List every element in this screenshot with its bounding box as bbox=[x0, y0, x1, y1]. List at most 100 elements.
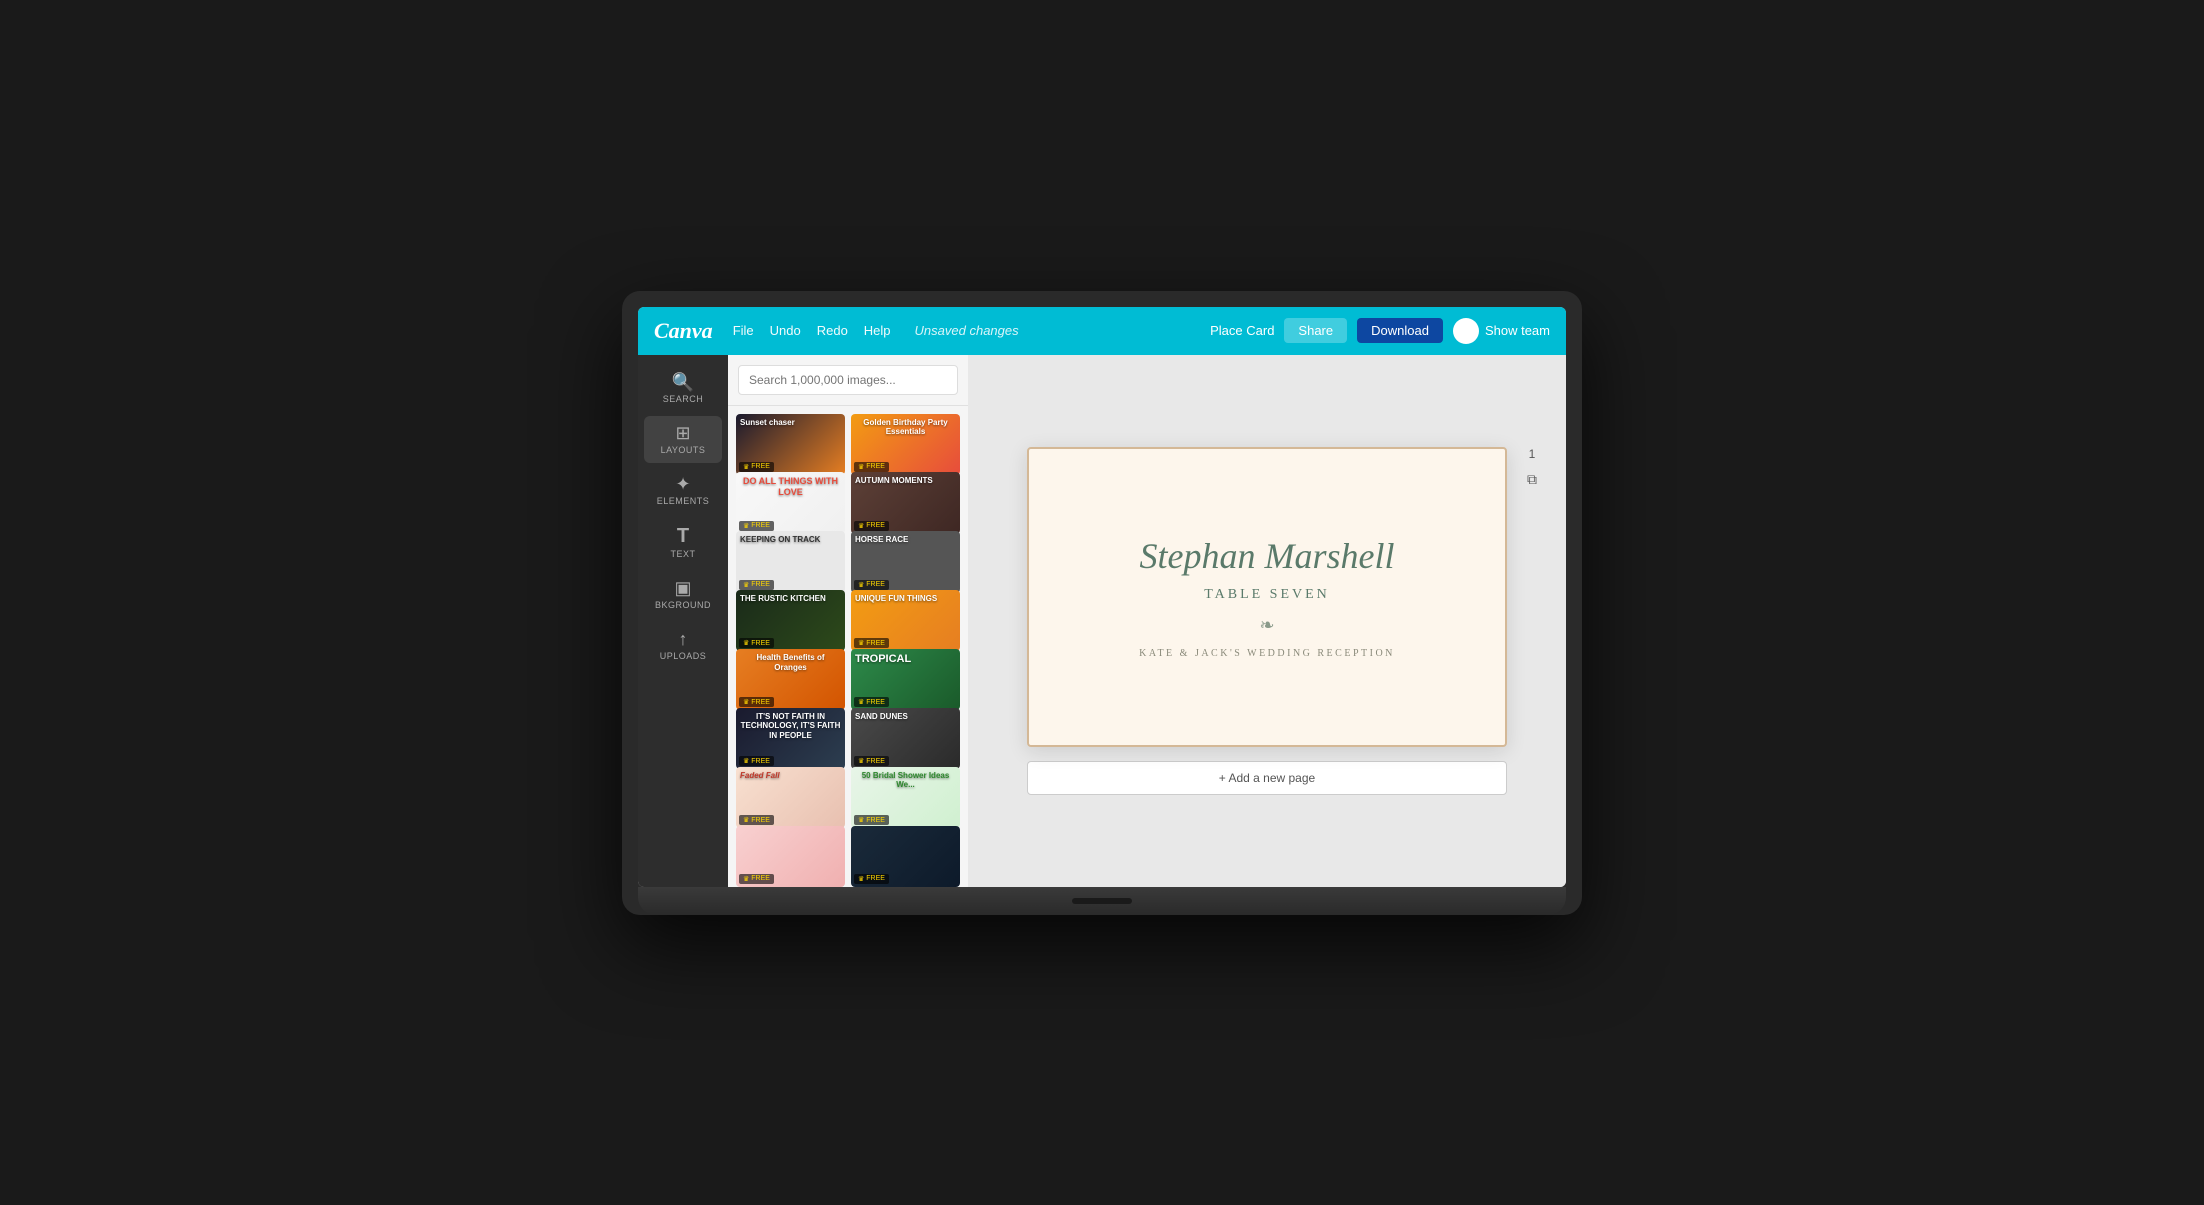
template-card[interactable]: HORSE RACE ♛ FREE bbox=[851, 531, 960, 592]
free-badge: ♛ FREE bbox=[854, 638, 889, 648]
template-title: DO ALL THINGS WITH LOVE bbox=[736, 472, 845, 502]
free-badge: ♛ FREE bbox=[854, 874, 889, 884]
template-card[interactable]: SAND DUNES ♛ FREE bbox=[851, 708, 960, 769]
topbar-nav: File Undo Redo Help Unsaved changes bbox=[733, 323, 1210, 338]
template-title: UNIQUE FUN THINGS bbox=[851, 590, 941, 608]
place-card-table: TABLE SEVEN bbox=[1204, 587, 1330, 603]
laptop-base bbox=[638, 887, 1566, 915]
free-badge: ♛ FREE bbox=[854, 580, 889, 590]
template-title: Sunset chaser bbox=[736, 414, 799, 432]
place-card-subtitle: KATE & JACK'S WEDDING RECEPTION bbox=[1139, 648, 1395, 659]
template-card[interactable]: UNIQUE FUN THINGS ♛ FREE bbox=[851, 590, 960, 651]
sidebar: 🔍 SEARCH ⊞ LAYOUTS ✦ ELEMENTS T TEXT ▣ bbox=[638, 355, 728, 887]
sidebar-label-uploads: UPLOADS bbox=[660, 651, 707, 661]
free-badge: ♛ FREE bbox=[739, 756, 774, 766]
show-team-button[interactable]: Show team bbox=[1453, 318, 1550, 344]
undo-button[interactable]: Undo bbox=[770, 323, 801, 338]
template-card[interactable]: Health Benefits of Oranges ♛ FREE bbox=[736, 649, 845, 710]
free-badge: ♛ FREE bbox=[854, 815, 889, 825]
templates-grid: Sunset chaser ♛ FREE Golden Birthday Par… bbox=[728, 406, 968, 887]
template-title: 50 Bridal Shower Ideas We... bbox=[851, 767, 960, 794]
template-card[interactable]: Golden Birthday Party Essentials ♛ FREE bbox=[851, 414, 960, 475]
free-badge: ♛ FREE bbox=[739, 462, 774, 472]
canvas-wrapper: Stephan Marshell TABLE SEVEN ❧ KATE & JA… bbox=[1027, 447, 1507, 747]
template-title: Health Benefits of Oranges bbox=[736, 649, 845, 676]
sidebar-item-background[interactable]: ▣ BKGROUND bbox=[644, 571, 722, 618]
page-number-bar: 1 ⧉ bbox=[1527, 447, 1537, 488]
place-card[interactable]: Stephan Marshell TABLE SEVEN ❧ KATE & JA… bbox=[1027, 447, 1507, 747]
free-badge: ♛ FREE bbox=[739, 580, 774, 590]
share-button[interactable]: Share bbox=[1284, 318, 1347, 343]
template-card[interactable]: Sunset chaser ♛ FREE bbox=[736, 414, 845, 475]
sidebar-item-text[interactable]: T TEXT bbox=[644, 518, 722, 567]
sidebar-item-uploads[interactable]: ↑ UPLOADS bbox=[644, 622, 722, 669]
sidebar-label-search: SEARCH bbox=[663, 394, 704, 404]
template-card[interactable]: DO ALL THINGS WITH LOVE ♛ FREE bbox=[736, 472, 845, 533]
document-type-label: Place Card bbox=[1210, 323, 1274, 338]
template-card[interactable]: ♛ FREE bbox=[851, 826, 960, 887]
free-badge: ♛ FREE bbox=[739, 874, 774, 884]
template-card[interactable]: THE RUSTIC KITCHEN ♛ FREE bbox=[736, 590, 845, 651]
laptop-frame: Canva File Undo Redo Help Unsaved change… bbox=[622, 291, 1582, 915]
elements-icon: ✦ bbox=[675, 475, 690, 493]
template-card[interactable]: TROPICAL ♛ FREE bbox=[851, 649, 960, 710]
search-bar bbox=[728, 355, 968, 406]
template-card[interactable]: ♛ FREE bbox=[736, 826, 845, 887]
search-icon: 🔍 bbox=[672, 373, 694, 391]
text-icon: T bbox=[677, 526, 689, 546]
topbar: Canva File Undo Redo Help Unsaved change… bbox=[638, 307, 1566, 355]
template-card[interactable]: IT'S NOT FAITH IN TECHNOLOGY, IT'S FAITH… bbox=[736, 708, 845, 769]
redo-button[interactable]: Redo bbox=[817, 323, 848, 338]
free-badge: ♛ FREE bbox=[854, 521, 889, 531]
show-team-label: Show team bbox=[1485, 323, 1550, 338]
unsaved-changes: Unsaved changes bbox=[915, 323, 1019, 338]
sidebar-label-text: TEXT bbox=[670, 549, 695, 559]
place-card-divider: ❧ bbox=[1259, 615, 1274, 636]
page-number: 1 bbox=[1529, 447, 1536, 461]
template-title: KEEPING ON TRACK bbox=[736, 531, 824, 549]
template-card[interactable]: KEEPING ON TRACK ♛ FREE bbox=[736, 531, 845, 592]
avatar bbox=[1453, 318, 1479, 344]
template-card[interactable]: 50 Bridal Shower Ideas We... ♛ FREE bbox=[851, 767, 960, 828]
sidebar-item-elements[interactable]: ✦ ELEMENTS bbox=[644, 467, 722, 514]
template-title: THE RUSTIC KITCHEN bbox=[736, 590, 830, 608]
laptop-notch bbox=[1072, 898, 1132, 904]
template-card[interactable]: Faded Fall ♛ FREE bbox=[736, 767, 845, 828]
canvas-area: Stephan Marshell TABLE SEVEN ❧ KATE & JA… bbox=[968, 355, 1566, 887]
template-title: IT'S NOT FAITH IN TECHNOLOGY, IT'S FAITH… bbox=[736, 708, 845, 745]
free-badge: ♛ FREE bbox=[739, 521, 774, 531]
sidebar-label-background: BKGROUND bbox=[655, 600, 711, 610]
canva-logo[interactable]: Canva bbox=[654, 318, 713, 344]
file-menu[interactable]: File bbox=[733, 323, 754, 338]
free-badge: ♛ FREE bbox=[854, 697, 889, 707]
main-content: 🔍 SEARCH ⊞ LAYOUTS ✦ ELEMENTS T TEXT ▣ bbox=[638, 355, 1566, 887]
free-badge: ♛ FREE bbox=[854, 462, 889, 472]
template-title: Faded Fall bbox=[736, 767, 784, 785]
laptop-screen: Canva File Undo Redo Help Unsaved change… bbox=[638, 307, 1566, 887]
free-badge: ♛ FREE bbox=[739, 638, 774, 648]
template-title: HORSE RACE bbox=[851, 531, 912, 549]
free-badge: ♛ FREE bbox=[854, 756, 889, 766]
duplicate-page-icon[interactable]: ⧉ bbox=[1527, 471, 1537, 488]
topbar-right: Place Card Share Download Show team bbox=[1210, 318, 1550, 344]
template-card[interactable]: AUTUMN MOMENTS ♛ FREE bbox=[851, 472, 960, 533]
template-title: TROPICAL bbox=[851, 649, 915, 670]
uploads-icon: ↑ bbox=[679, 630, 688, 648]
search-input[interactable] bbox=[738, 365, 958, 395]
sidebar-label-elements: ELEMENTS bbox=[657, 496, 710, 506]
sidebar-label-layouts: LAYOUTS bbox=[661, 445, 706, 455]
free-badge: ♛ FREE bbox=[739, 815, 774, 825]
background-icon: ▣ bbox=[674, 579, 691, 597]
download-button[interactable]: Download bbox=[1357, 318, 1443, 343]
sidebar-item-search[interactable]: 🔍 SEARCH bbox=[644, 365, 722, 412]
place-card-name: Stephan Marshell bbox=[1140, 535, 1395, 577]
template-title: AUTUMN MOMENTS bbox=[851, 472, 937, 490]
template-title: SAND DUNES bbox=[851, 708, 912, 726]
help-menu[interactable]: Help bbox=[864, 323, 891, 338]
add-page-button[interactable]: + Add a new page bbox=[1027, 761, 1507, 795]
sidebar-item-layouts[interactable]: ⊞ LAYOUTS bbox=[644, 416, 722, 463]
templates-panel: Sunset chaser ♛ FREE Golden Birthday Par… bbox=[728, 355, 968, 887]
template-title: Golden Birthday Party Essentials bbox=[851, 414, 960, 441]
layouts-icon: ⊞ bbox=[675, 424, 690, 442]
free-badge: ♛ FREE bbox=[739, 697, 774, 707]
